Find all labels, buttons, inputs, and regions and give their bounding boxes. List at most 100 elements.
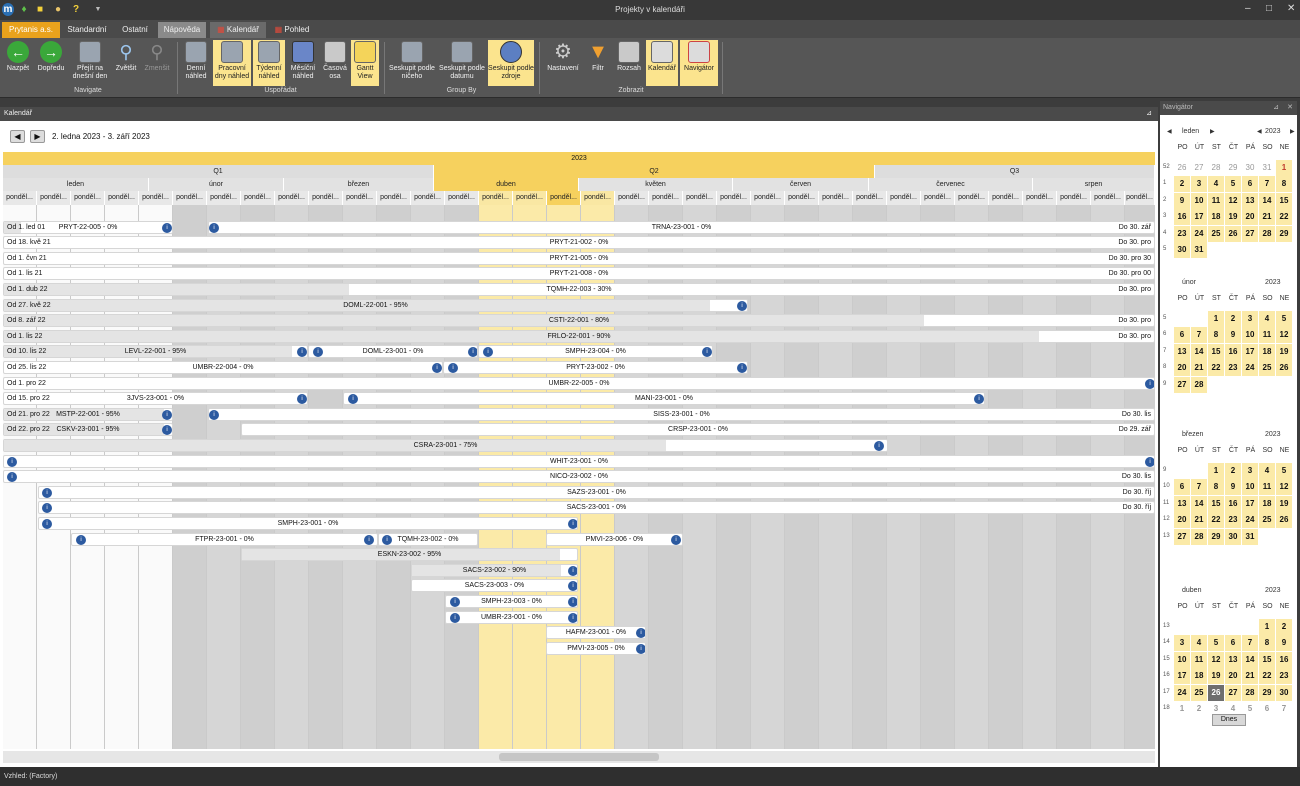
gantt-grid[interactable]: PRYT-22-005 - 0% Od 1. led 01 i TRNA-23-001… (3, 205, 1155, 749)
task-bar[interactable]: PRYT-22-005 - 0% Od 1. led 01 i (3, 220, 173, 234)
task-bar[interactable]: SMPH-23-001 - 0% i i (38, 517, 578, 530)
task-bar[interactable]: DOML-22-001 - 95% Od 27. kvě 22 i (3, 298, 748, 312)
calendar-day[interactable]: 22 (1208, 360, 1224, 377)
calendar-day[interactable]: 22 (1259, 668, 1275, 685)
task-info-icon[interactable]: i (568, 565, 577, 576)
calendar-day[interactable]: 22 (1276, 209, 1292, 226)
calendar-day[interactable]: 7 (1191, 479, 1207, 496)
calendar-day[interactable]: 17 (1191, 209, 1207, 226)
task-info-icon[interactable]: i (162, 222, 172, 233)
calendar-day[interactable]: 9 (1276, 635, 1292, 652)
calendar-day[interactable]: 28 (1191, 376, 1207, 393)
calendar-day[interactable]: 20 (1225, 668, 1241, 685)
calendar-day[interactable]: 6 (1259, 701, 1275, 717)
close-icon[interactable]: ✕ (1287, 4, 1295, 14)
task-bar[interactable]: PMVI-23-006 - 0% i (546, 532, 683, 546)
calendar-day[interactable]: 11 (1208, 192, 1224, 209)
task-info-icon[interactable]: i (450, 612, 460, 623)
calendar-day[interactable]: 1 (1174, 701, 1190, 717)
task-info-icon[interactable]: i (432, 363, 442, 373)
calendar-day[interactable]: 15 (1259, 651, 1275, 668)
calendar-day[interactable]: 9 (1225, 479, 1241, 496)
calendar-day[interactable]: 25 (1191, 684, 1207, 701)
calendar-day[interactable]: 21 (1259, 209, 1275, 226)
tab-kalendar[interactable]: ▦ Kalendář (210, 22, 266, 38)
task-bar[interactable]: TQMH-22-003 - 30% Od 1. dub 22 Do 30. pro (3, 283, 1155, 296)
calendar-day[interactable]: 11 (1191, 651, 1207, 668)
calendar-day[interactable]: 24 (1242, 512, 1258, 529)
calendar-day[interactable]: 5 (1276, 311, 1292, 327)
zoom-out-button[interactable]: ⚲ Zmenšit (142, 40, 172, 86)
calendar-day[interactable]: 7 (1276, 701, 1292, 717)
calendar-day[interactable]: 26 (1276, 512, 1292, 529)
calendar-day[interactable]: 31 (1191, 242, 1207, 258)
calendar-day[interactable]: 27 (1174, 528, 1190, 545)
tab-pohled[interactable]: ▦ Pohled (270, 22, 314, 38)
task-bar[interactable]: SISS-23-001 - 0% Do 30. lis i (208, 407, 1155, 421)
task-info-icon[interactable]: i (568, 519, 577, 529)
calendar-day[interactable]: 28 (1259, 225, 1275, 242)
calendar-day[interactable]: 14 (1259, 192, 1275, 209)
task-bar[interactable]: PRYT-21-008 - 0% Od 1. lis 21 Do 30. pro 0… (3, 267, 1155, 281)
task-bar[interactable]: FTPR-23-001 - 0% i i (71, 532, 378, 546)
calendar-day[interactable]: 10 (1242, 479, 1258, 496)
calendar-day[interactable]: 10 (1191, 192, 1207, 209)
calendar-toggle-button[interactable]: Kalendář (646, 40, 678, 86)
calendar-day[interactable]: 6 (1242, 176, 1258, 193)
calendar-day[interactable]: 10 (1174, 651, 1190, 668)
pin-icon[interactable]: ⊿ (1273, 101, 1279, 115)
calendar-day[interactable]: 9 (1174, 192, 1190, 209)
calendar-day[interactable]: 15 (1208, 343, 1224, 360)
calendar-day[interactable]: 4 (1191, 635, 1207, 652)
calendar-day[interactable]: 19 (1276, 343, 1292, 360)
calendar-day[interactable]: 23 (1276, 668, 1292, 685)
calendar-day[interactable]: 29 (1208, 528, 1224, 545)
calendar-day[interactable]: 3 (1242, 463, 1258, 479)
calendar-day[interactable]: 5 (1208, 635, 1224, 652)
minimize-icon[interactable]: – (1245, 4, 1251, 14)
task-bar[interactable]: CSRA-23-001 - 75% i (3, 439, 888, 452)
calendar-day[interactable]: 16 (1174, 209, 1190, 226)
day-view-button[interactable]: Denní náhled (181, 40, 211, 86)
task-bar[interactable]: TQMH-23-002 - 0% i (378, 532, 478, 546)
task-bar[interactable]: SACS-23-002 - 90% i (411, 563, 578, 577)
calendar-day[interactable]: 18 (1259, 343, 1275, 360)
task-bar[interactable]: TRNA-23-001 - 0% Do 30. zář i (208, 220, 1155, 234)
calendar-day[interactable]: 10 (1242, 327, 1258, 344)
tab-standardni[interactable]: Standardní (62, 22, 112, 38)
task-info-icon[interactable]: i (1145, 456, 1154, 467)
calendar-day[interactable]: 7 (1191, 327, 1207, 344)
calendar-day[interactable]: 13 (1242, 192, 1258, 209)
calendar-day[interactable]: 19 (1276, 495, 1292, 512)
task-bar[interactable]: PMVI-23-005 - 0% i (546, 641, 646, 655)
task-info-icon[interactable]: i (874, 441, 884, 451)
task-info-icon[interactable]: i (737, 300, 747, 311)
calendar-day[interactable]: 1 (1276, 160, 1292, 176)
task-bar[interactable]: MSTP-22-001 - 95% Od 21. pro 22 i (3, 407, 173, 421)
next-year-icon[interactable]: ▶ (1290, 128, 1295, 135)
task-bar[interactable]: CSTI-22-001 - 80% Od 8. zář 22 Do 30. pro (3, 314, 1155, 328)
calendar-day[interactable]: 12 (1208, 651, 1224, 668)
month-view-button[interactable]: Měsíční náhled (287, 40, 319, 86)
calendar-day[interactable]: 24 (1242, 360, 1258, 377)
tab-napoveda[interactable]: Nápověda (158, 22, 206, 38)
settings-button[interactable]: ⚙ Nastavení (544, 40, 582, 86)
calendar-day[interactable]: 17 (1174, 668, 1190, 685)
task-bar[interactable]: WHIT-23-001 - 0% i i (3, 454, 1155, 468)
calendar-day[interactable]: 18 (1208, 209, 1224, 226)
close-icon[interactable]: ✕ (1287, 101, 1293, 115)
task-bar[interactable]: SAZS-23-001 - 0% Do 30. říj i (38, 485, 1155, 499)
calendar-day[interactable]: 5 (1225, 176, 1241, 193)
task-info-icon[interactable]: i (76, 534, 86, 545)
navigator-toggle-button[interactable]: Navigátor (680, 40, 718, 86)
calendar-day[interactable]: 16 (1276, 651, 1292, 668)
calendar-day[interactable]: 11 (1259, 327, 1275, 344)
calendar-day[interactable]: 19 (1225, 209, 1241, 226)
calendar-day[interactable]: 7 (1242, 635, 1258, 652)
task-info-icon[interactable]: i (636, 643, 645, 654)
task-bar[interactable]: CSKV-23-001 - 95% Od 22. pro 22 i (3, 423, 173, 437)
calendar-day[interactable]: 2 (1191, 701, 1207, 717)
task-bar[interactable]: SMPH-23-004 - 0% i i (478, 345, 713, 359)
calendar-day[interactable]: 14 (1242, 651, 1258, 668)
calendar-day[interactable]: 12 (1225, 192, 1241, 209)
